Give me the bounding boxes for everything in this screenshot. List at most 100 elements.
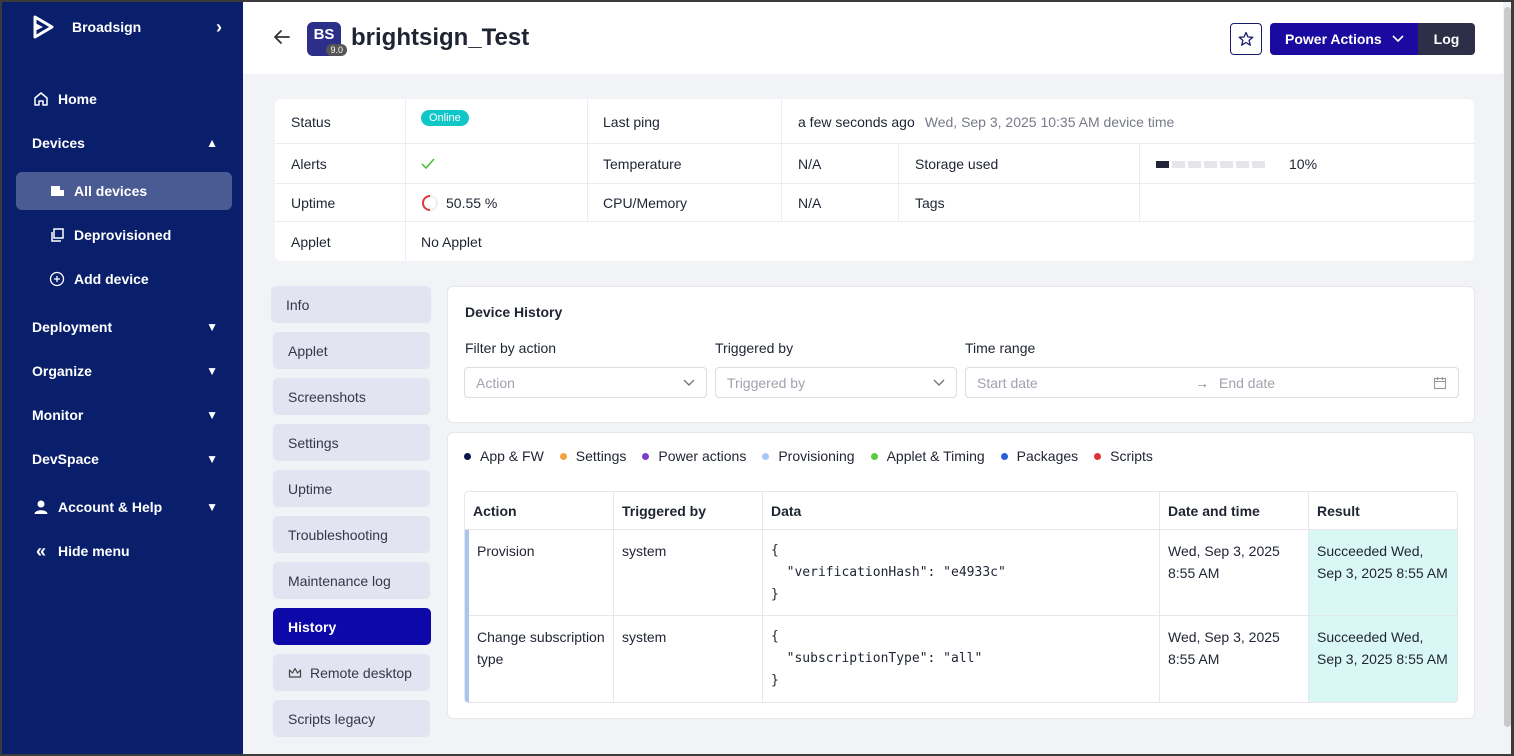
table-cell-triggered: system: [614, 530, 763, 616]
sidebar-item-label: All devices: [74, 183, 148, 199]
sidebar-item-organize[interactable]: Organize ▼: [16, 352, 232, 390]
uptime-value: 50.55 %: [421, 192, 497, 214]
badge-initials: BS: [313, 26, 335, 43]
last-ping-value: a few seconds ago Wed, Sep 3, 2025 10:35…: [798, 111, 1174, 133]
tab-history[interactable]: History: [273, 608, 431, 645]
sidebar-item-devspace[interactable]: DevSpace ▼: [16, 440, 232, 478]
time-range-label: Time range: [965, 340, 1036, 356]
favorite-button[interactable]: [1230, 23, 1262, 55]
divider: [275, 143, 1474, 144]
date-range-picker[interactable]: Start date → End date: [965, 367, 1459, 398]
applet-value: No Applet: [421, 234, 482, 250]
cpu-memory-label: CPU/Memory: [603, 195, 688, 211]
sidebar-item-label: Organize: [32, 363, 92, 379]
triggered-by-select[interactable]: Triggered by: [715, 367, 957, 398]
sidebar-item-deprovisioned[interactable]: Deprovisioned: [16, 216, 232, 254]
applet-label: Applet: [291, 234, 331, 250]
table-cell-data: { "subscriptionType": "all" }: [763, 616, 1160, 702]
storage-segment: [1156, 160, 1169, 168]
storage-segment: [1204, 160, 1217, 168]
device-history-list: App & FW Settings Power actions Provisionin…: [447, 432, 1475, 719]
sidebar-item-monitor[interactable]: Monitor ▼: [16, 396, 232, 434]
sidebar-item-home[interactable]: Home: [16, 80, 232, 118]
storage-segment: [1188, 160, 1201, 168]
chevron-down-icon: ▼: [206, 320, 218, 334]
sidebar-item-label: Devices: [32, 135, 85, 151]
action-select[interactable]: Action: [464, 367, 707, 398]
sidebar-item-account-help[interactable]: Account & Help ▼: [16, 488, 232, 526]
app-window: Broadsign › Home Devices ▲ All devices D…: [0, 0, 1514, 756]
column-header-data: Data: [763, 492, 1160, 530]
chevron-right-icon: ›: [216, 16, 222, 37]
crown-icon: [288, 667, 302, 678]
alerts-ok-icon: [421, 153, 435, 175]
sidebar-item-label: Deprovisioned: [74, 227, 172, 243]
chevron-down-icon: [933, 379, 945, 386]
brand-menu[interactable]: Broadsign ›: [32, 12, 222, 42]
tab-scripts-legacy[interactable]: Scripts legacy: [273, 700, 430, 737]
uptime-ring-icon: [422, 195, 438, 211]
tab-info[interactable]: Info: [271, 286, 431, 323]
power-actions-label: Power Actions: [1285, 31, 1382, 47]
legend-label: App & FW: [480, 448, 544, 464]
log-button[interactable]: Log: [1418, 23, 1475, 55]
divider: [587, 99, 588, 221]
sidebar-item-add-device[interactable]: Add device: [16, 260, 232, 298]
alerts-label: Alerts: [291, 156, 327, 172]
last-ping-time: Wed, Sep 3, 2025 10:35 AM device time: [924, 114, 1175, 130]
tab-screenshots[interactable]: Screenshots: [273, 378, 430, 415]
page-scrollbar[interactable]: [1504, 7, 1511, 727]
triggered-by-label: Triggered by: [715, 340, 794, 356]
legend-item: Power actions: [642, 448, 746, 464]
tab-troubleshooting[interactable]: Troubleshooting: [273, 516, 430, 553]
sidebar: Broadsign › Home Devices ▲ All devices D…: [2, 2, 243, 754]
hide-menu-button[interactable]: « Hide menu: [16, 532, 232, 570]
tab-applet[interactable]: Applet: [273, 332, 430, 369]
storage-segment: [1236, 160, 1249, 168]
tab-maintenance-log[interactable]: Maintenance log: [273, 562, 430, 599]
status-badge: Online: [421, 110, 469, 126]
tab-label: Remote desktop: [310, 664, 412, 681]
sidebar-item-all-devices[interactable]: All devices: [16, 172, 232, 210]
sidebar-item-deployment[interactable]: Deployment ▼: [16, 308, 232, 346]
power-actions-button[interactable]: Power Actions: [1270, 23, 1418, 55]
legend-item: Applet & Timing: [870, 448, 985, 464]
end-date-input[interactable]: End date: [1219, 375, 1275, 391]
cpu-memory-value: N/A: [798, 195, 822, 211]
double-chevron-left-icon: «: [35, 540, 46, 561]
history-table: Action Triggered by Data Date and time R…: [464, 491, 1458, 703]
column-header-triggered-by: Triggered by: [614, 492, 763, 530]
table-cell-result: Succeeded Wed, Sep 3, 2025 8:55 AM: [1309, 616, 1457, 702]
legend-item: Packages: [1000, 448, 1078, 464]
table-cell-date: Wed, Sep 3, 2025 8:55 AM: [1160, 616, 1309, 702]
start-date-input[interactable]: Start date: [977, 375, 1195, 391]
legend-label: Power actions: [658, 448, 747, 464]
plus-circle-icon: [48, 270, 66, 288]
storage-segment: [1220, 160, 1233, 168]
arrow-left-icon[interactable]: [273, 28, 291, 46]
divider: [1139, 143, 1140, 221]
status-label: Status: [291, 114, 331, 130]
tags-label: Tags: [915, 195, 945, 211]
calendar-icon: [1433, 376, 1447, 389]
category-legend: App & FW Settings Power actions Provisionin…: [464, 448, 1169, 464]
column-header-date: Date and time: [1160, 492, 1309, 530]
tab-uptime[interactable]: Uptime: [273, 470, 430, 507]
last-ping-relative: a few seconds ago: [798, 114, 915, 130]
sidebar-item-label: Deployment: [32, 319, 113, 335]
user-icon: [32, 498, 50, 516]
device-badge: BS 9.0: [307, 22, 347, 56]
sidebar-item-label: Account & Help: [58, 499, 163, 515]
page-title: brightsign_Test: [351, 24, 530, 51]
divider: [405, 99, 406, 261]
tab-remote-desktop[interactable]: Remote desktop: [273, 654, 430, 691]
section-title: Device History: [465, 304, 563, 320]
device-history-filters: Device History Filter by action Triggere…: [447, 286, 1475, 423]
tab-settings[interactable]: Settings: [273, 424, 430, 461]
chevron-up-icon: ▲: [206, 136, 218, 150]
stack-icon: [48, 226, 66, 244]
uptime-label: Uptime: [291, 195, 336, 211]
legend-dot-icon: [642, 452, 650, 460]
column-header-action: Action: [465, 492, 614, 530]
sidebar-item-devices[interactable]: Devices ▲: [16, 124, 232, 162]
